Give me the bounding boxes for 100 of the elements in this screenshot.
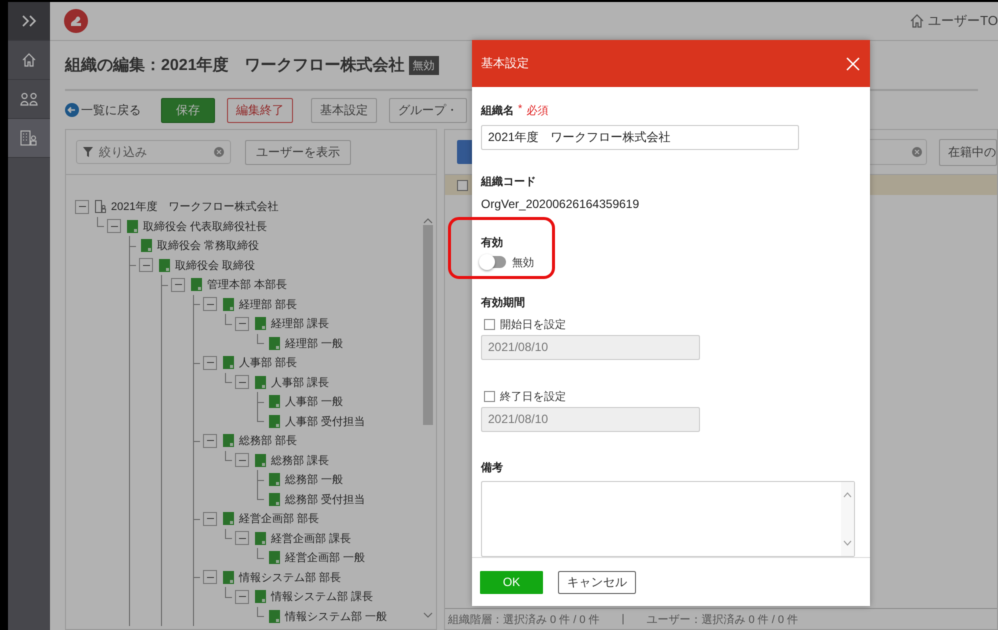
show-users-button[interactable]: ユーザーを表示 xyxy=(245,140,351,164)
collapse-toggle[interactable] xyxy=(235,453,249,468)
name-field[interactable]: 2021年度 ワークフロー株式会社 xyxy=(481,125,799,150)
department-icon xyxy=(255,317,266,330)
collapse-toggle[interactable] xyxy=(75,200,89,214)
tree-item-label[interactable]: 人事部 課長 xyxy=(271,374,330,390)
clear-icon[interactable] xyxy=(214,147,224,157)
department-icon xyxy=(223,434,234,448)
checkbox-label: 終了日を設定 xyxy=(500,390,566,404)
filter-field[interactable]: 絞り込み xyxy=(76,140,231,164)
collapse-toggle[interactable] xyxy=(203,434,217,448)
separator-text: | xyxy=(622,613,624,625)
scroll-down-icon[interactable] xyxy=(843,540,852,546)
remarks-field[interactable] xyxy=(481,480,855,557)
department-icon xyxy=(159,258,170,272)
tree-item-label[interactable]: 人事部 部長 xyxy=(239,355,298,370)
field-label: 備考 xyxy=(481,460,503,475)
department-icon xyxy=(223,570,234,584)
back-link[interactable]: 一覧に戻る xyxy=(65,102,141,118)
department-icon xyxy=(255,590,266,604)
department-icon xyxy=(269,551,280,564)
department-icon xyxy=(269,414,280,428)
collapse-toggle[interactable] xyxy=(235,375,249,390)
tree-item-label[interactable]: 人事部 一般 xyxy=(285,394,344,410)
department-icon xyxy=(255,454,266,467)
required-mark: * xyxy=(518,103,522,117)
department-icon xyxy=(223,356,234,370)
tree-item-label[interactable]: 人事部 受付担当 xyxy=(285,414,366,429)
collapse-chevrons-icon xyxy=(21,15,37,27)
logo-icon xyxy=(64,9,88,33)
tree-item-label[interactable]: 経理部 課長 xyxy=(271,316,330,332)
department-icon xyxy=(223,512,234,526)
tree-item-label[interactable]: 経営企画部 課長 xyxy=(271,530,352,546)
tree-item-label[interactable]: 経理部 部長 xyxy=(239,296,298,312)
toolbar-button[interactable]: グループ・ xyxy=(389,98,467,122)
toggle-switch[interactable] xyxy=(481,256,506,268)
field-label: 有効期間 xyxy=(481,296,525,310)
department-icon xyxy=(191,278,202,292)
page-title: 組織の編集：2021年度 ワークフロー株式会社 xyxy=(65,55,405,76)
clear-icon[interactable] xyxy=(912,147,922,157)
dialog-title: 基本設定 xyxy=(481,55,529,72)
organization-icon xyxy=(20,130,38,146)
toolbar-button[interactable]: 基本設定 xyxy=(311,98,377,122)
tree-item-label[interactable]: 情報システム部 一般 xyxy=(285,608,388,624)
collapse-toggle[interactable] xyxy=(235,590,249,604)
tree-item-label[interactable]: 総務部 受付担当 xyxy=(285,492,366,507)
department-icon xyxy=(269,336,280,350)
cancel-button[interactable]: キャンセル xyxy=(558,570,636,594)
scroll-up-icon[interactable] xyxy=(843,492,852,498)
department-icon xyxy=(269,473,280,486)
close-button[interactable] xyxy=(846,56,860,70)
department-icon xyxy=(127,220,138,233)
field-label: 有効 xyxy=(481,236,503,250)
collapse-toggle[interactable] xyxy=(139,258,153,272)
tree-item-label[interactable]: 総務部 課長 xyxy=(271,452,330,468)
user-selection-count: ユーザー：選択済み 0 件 / 0 件 xyxy=(646,612,798,626)
field-label: 組織名 xyxy=(481,104,514,118)
user-top-link[interactable]: ユーザーTO xyxy=(909,12,998,30)
tree-item-label[interactable]: 経理部 一般 xyxy=(285,336,344,351)
checkbox-label: 開始日を設定 xyxy=(500,318,566,332)
organization-icon xyxy=(95,200,106,214)
status-badge: 無効 xyxy=(408,56,439,74)
switch-label: 無効 xyxy=(512,256,534,270)
scroll-down-icon[interactable] xyxy=(423,611,433,619)
sidebar-toggle[interactable] xyxy=(8,2,50,41)
tree-item-label[interactable]: 取締役会 代表取締役社長 xyxy=(143,218,268,234)
tree-item-label[interactable]: 取締役会 取締役 xyxy=(175,258,256,273)
tree-item-label[interactable]: 2021年度 ワークフロー株式会社 xyxy=(111,199,278,214)
home-icon xyxy=(909,13,926,29)
required-label: 必須 xyxy=(526,104,548,118)
users-icon xyxy=(20,92,38,106)
department-icon xyxy=(141,239,152,252)
collapse-toggle[interactable] xyxy=(235,531,249,546)
collapse-toggle[interactable] xyxy=(235,316,249,331)
toolbar-button[interactable]: 編集終了 xyxy=(227,98,293,122)
tree-item-label[interactable]: 管理本部 本部長 xyxy=(207,277,288,292)
department-icon xyxy=(269,610,280,623)
tree-item-label[interactable]: 情報システム部 課長 xyxy=(271,589,374,604)
collapse-toggle[interactable] xyxy=(203,356,217,370)
status-filter-button[interactable]: 在籍中の xyxy=(939,138,997,166)
select-all-checkbox[interactable] xyxy=(457,180,468,190)
tree-item-label[interactable]: 総務部 一般 xyxy=(285,472,344,488)
collapse-toggle[interactable] xyxy=(107,219,121,234)
tree-item-label[interactable]: 経営企画部 一般 xyxy=(285,550,366,566)
tree-item-label[interactable]: 情報システム部 部長 xyxy=(239,570,342,585)
collapse-toggle[interactable] xyxy=(203,512,217,526)
group-selection-count: 組織階層：選択済み 0 件 / 0 件 xyxy=(448,612,600,626)
collapse-toggle[interactable] xyxy=(203,570,217,584)
tree-item-label[interactable]: 取締役会 常務取締役 xyxy=(157,238,260,254)
sidebar-item[interactable] xyxy=(8,119,50,158)
tree-item-label[interactable]: 経営企画部 部長 xyxy=(239,511,320,526)
scroll-up-icon[interactable] xyxy=(423,217,433,225)
field-label: 組織コード xyxy=(481,174,536,189)
department-icon xyxy=(255,376,266,389)
filter-icon xyxy=(83,147,93,157)
tree-item-label[interactable]: 総務部 部長 xyxy=(239,433,298,448)
collapse-toggle[interactable] xyxy=(203,297,217,312)
department-icon xyxy=(269,492,280,506)
department-icon xyxy=(255,532,266,545)
collapse-toggle[interactable] xyxy=(171,278,185,292)
